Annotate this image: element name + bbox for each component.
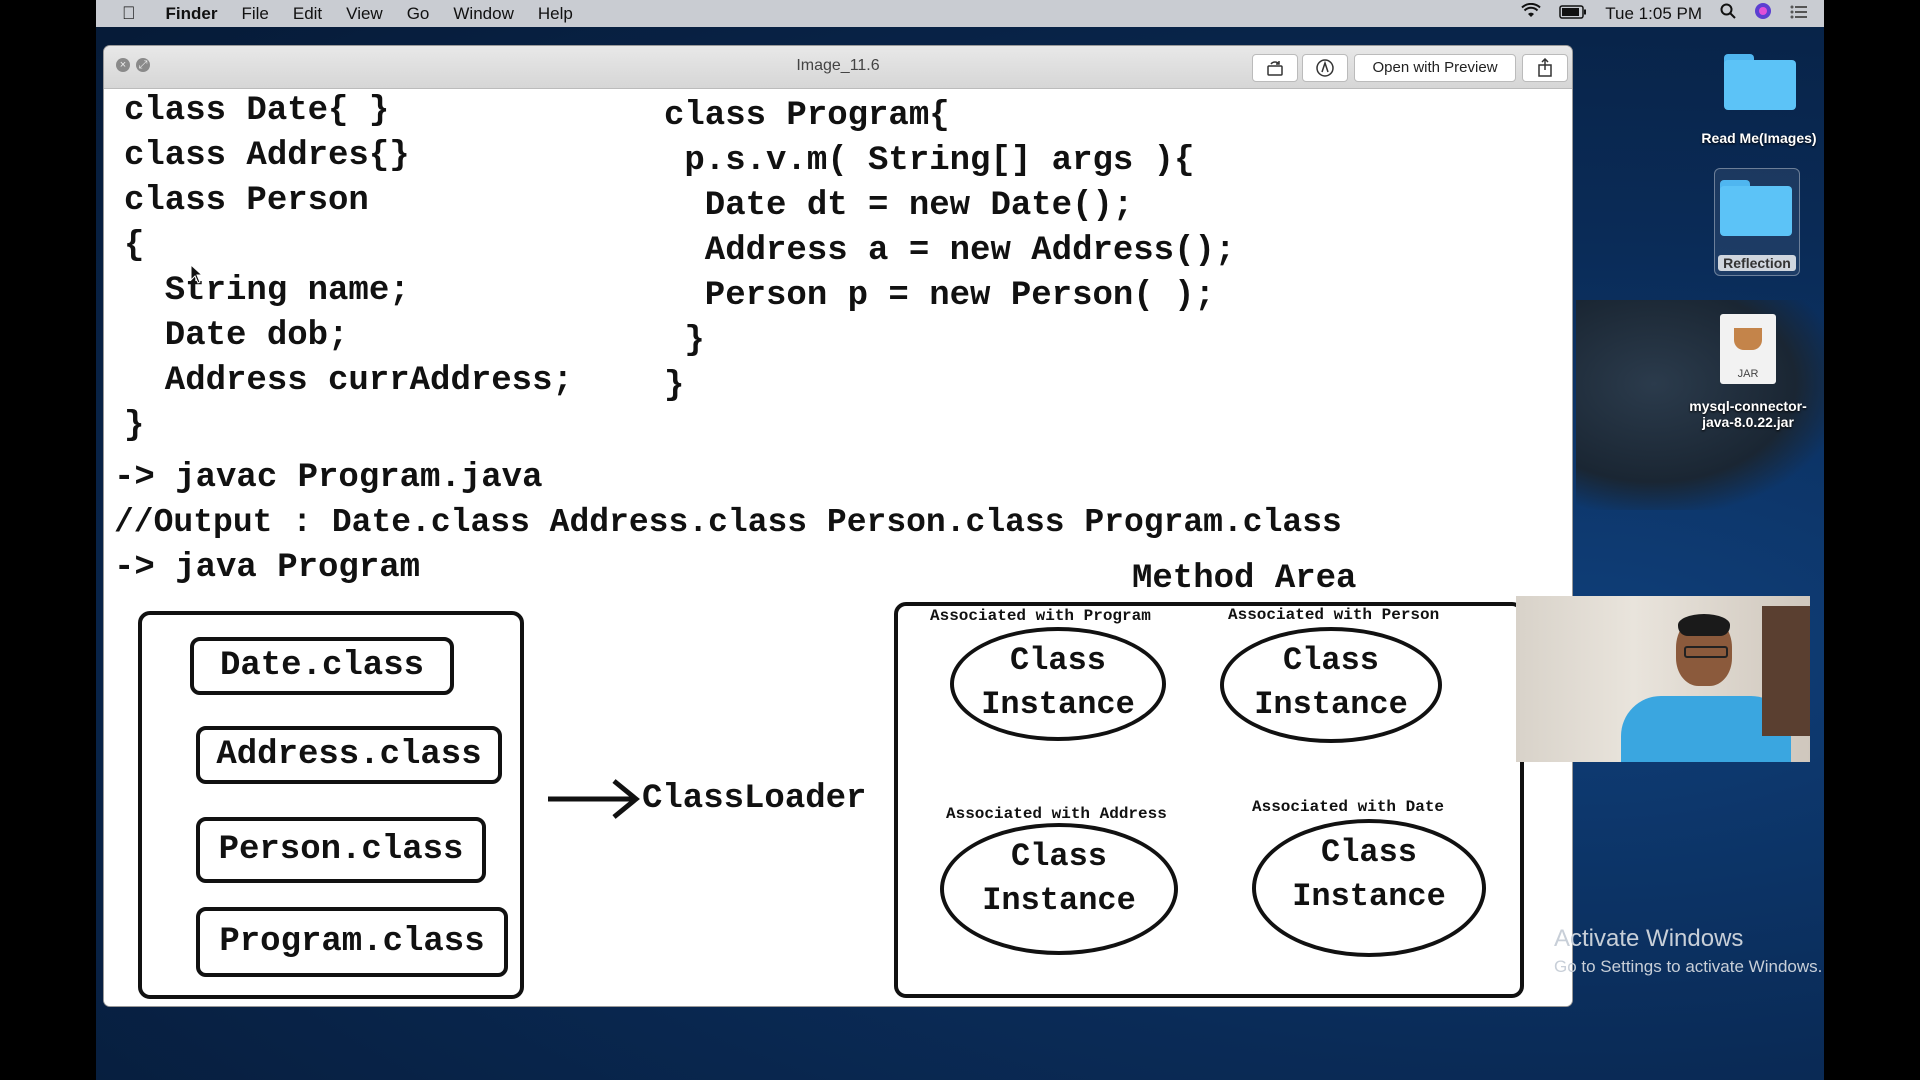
class-file: Program.class xyxy=(196,907,508,977)
image-content: class Date{ } class Addres{} class Perso… xyxy=(104,89,1572,1006)
code-line: class Addres{} xyxy=(124,137,410,175)
siri-icon[interactable] xyxy=(1745,2,1781,25)
code-line: Address currAddress; xyxy=(124,362,573,400)
menu-view[interactable]: View xyxy=(334,4,395,24)
rotate-icon xyxy=(1267,61,1283,76)
assoc-label-program: Associated with Program xyxy=(930,607,1151,625)
code-line: Person p = new Person( ); xyxy=(664,277,1215,315)
code-line: Address a = new Address(); xyxy=(664,232,1236,270)
watermark-title: Activate Windows xyxy=(1554,925,1744,952)
code-line: } xyxy=(124,407,145,445)
class-word: Class xyxy=(1009,642,1106,679)
code-line: class Program{ xyxy=(664,97,950,135)
markup-button[interactable] xyxy=(1302,54,1348,82)
wifi-icon[interactable] xyxy=(1512,2,1550,24)
code-line: String name; xyxy=(124,272,410,310)
class-file: Date.class xyxy=(190,637,454,695)
window-title: Image_11.6 xyxy=(796,57,880,74)
share-button[interactable] xyxy=(1522,54,1568,82)
classloader-label: ClassLoader xyxy=(642,780,867,818)
assoc-label-address: Associated with Address xyxy=(946,805,1167,823)
instance-word: Instance xyxy=(1292,878,1446,915)
class-instance-program: Class Instance xyxy=(950,627,1166,741)
folder-icon xyxy=(1724,54,1796,110)
class-word: Class xyxy=(1282,642,1379,679)
class-word: Class xyxy=(1320,834,1417,871)
command-line: -> java Program xyxy=(114,549,421,587)
class-file: Address.class xyxy=(196,726,502,784)
method-area-title: Method Area xyxy=(1132,560,1357,598)
mouse-cursor-icon xyxy=(190,264,204,284)
notification-center-icon[interactable] xyxy=(1781,4,1824,24)
menu-bar:  Finder File Edit View Go Window Help T… xyxy=(96,0,1824,27)
menu-go[interactable]: Go xyxy=(395,4,442,24)
activate-windows-watermark: Activate Windows Go to Settings to activ… xyxy=(1554,925,1822,977)
desktop-icon-label: Read Me(Images) xyxy=(1701,130,1817,146)
apple-menu-icon[interactable]:  xyxy=(96,3,154,24)
code-line: } xyxy=(664,367,685,405)
class-instance-person: Class Instance xyxy=(1220,627,1442,743)
jar-badge: JAR xyxy=(1737,368,1759,380)
desktop-icon-label: mysql-connector-java-8.0.22.jar xyxy=(1689,398,1807,430)
jar-icon: JAR xyxy=(1720,314,1776,384)
open-with-preview-button[interactable]: Open with Preview xyxy=(1354,54,1516,82)
folder-icon xyxy=(1720,180,1792,236)
instance-word: Instance xyxy=(982,882,1136,919)
instance-word: Instance xyxy=(981,686,1135,723)
command-line: -> javac Program.java xyxy=(114,459,543,497)
menu-file[interactable]: File xyxy=(229,4,280,24)
webcam-overlay xyxy=(1516,596,1810,762)
status-area: Tue 1:05 PM xyxy=(1512,2,1824,25)
spotlight-search-icon[interactable] xyxy=(1711,3,1745,24)
instance-word: Instance xyxy=(1254,686,1408,723)
code-line: Date dt = new Date(); xyxy=(664,187,1134,225)
menu-window[interactable]: Window xyxy=(441,4,525,24)
class-instance-address: Class Instance xyxy=(940,823,1178,955)
watermark-subtitle: Go to Settings to activate Windows. xyxy=(1554,957,1823,976)
clock[interactable]: Tue 1:05 PM xyxy=(1596,4,1711,24)
desktop-screen:  Finder File Edit View Go Window Help T… xyxy=(96,0,1824,1080)
code-line: Date dob; xyxy=(124,317,349,355)
code-line: class Date{ } xyxy=(124,92,390,130)
class-word: Class xyxy=(1010,838,1107,875)
menu-app-name[interactable]: Finder xyxy=(154,4,230,24)
rotate-button[interactable] xyxy=(1252,54,1298,82)
code-line: class Person xyxy=(124,182,369,220)
desktop-icon-label: Reflection xyxy=(1718,255,1796,271)
preview-window: × ⤢ Image_11.6 Open with Preview class D… xyxy=(104,46,1572,1006)
share-icon xyxy=(1538,57,1552,77)
output-line: //Output : Date.class Address.class Pers… xyxy=(114,504,1342,541)
menu-edit[interactable]: Edit xyxy=(281,4,334,24)
code-line: { xyxy=(124,227,145,265)
menu-help[interactable]: Help xyxy=(526,4,585,24)
class-instance-date: Class Instance xyxy=(1252,819,1486,957)
class-file: Person.class xyxy=(196,817,486,883)
code-line: p.s.v.m( String[] args ){ xyxy=(664,142,1195,180)
right-arrow-icon xyxy=(548,779,640,819)
glasses-icon xyxy=(1684,646,1728,658)
assoc-label-date: Associated with Date xyxy=(1252,798,1445,816)
markup-pen-icon xyxy=(1316,59,1334,77)
window-titlebar[interactable]: × ⤢ Image_11.6 Open with Preview xyxy=(104,46,1572,89)
code-line: } xyxy=(664,322,705,360)
assoc-label-person: Associated with Person xyxy=(1228,606,1440,624)
battery-icon[interactable] xyxy=(1550,4,1596,24)
